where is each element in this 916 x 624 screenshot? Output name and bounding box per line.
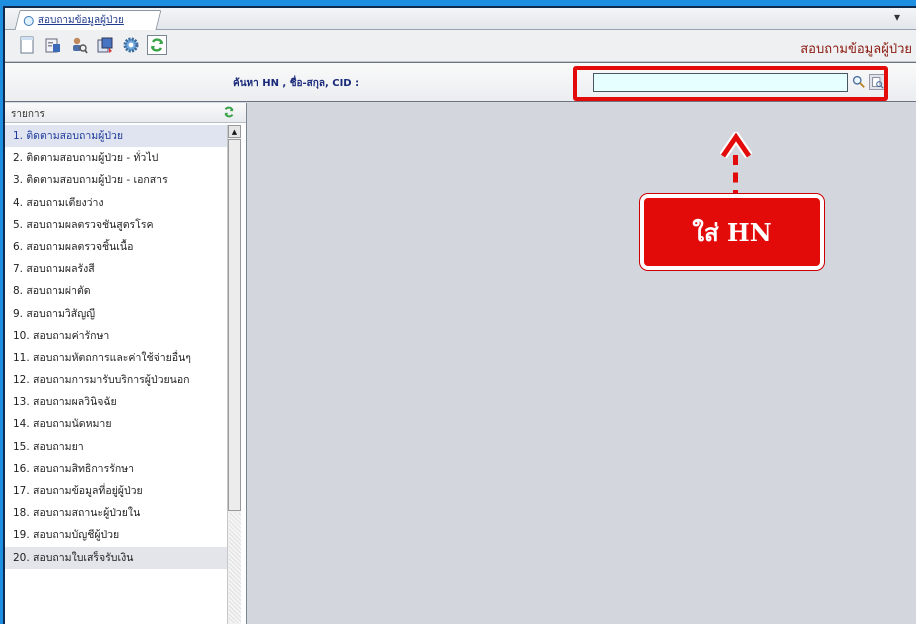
menu-item[interactable]: 15. สอบถามยา: [5, 436, 227, 458]
menu-list: 1. ติดตามสอบถามผู้ป่วย 2. ติดตามสอบถามผู…: [5, 125, 227, 569]
instruction-callout: ใส่ HN: [640, 194, 824, 270]
main-content-area: [248, 103, 916, 624]
scroll-track[interactable]: [229, 513, 241, 623]
app-title: สอบถามข้อมูลผู้ป่วย: [800, 42, 912, 57]
toolbar: สอบถามข้อมูลผู้ป่วย: [5, 30, 916, 62]
menu-item[interactable]: 9. สอบถามวิสัญญี: [5, 303, 227, 325]
tab-label: สอบถามข้อมูลผู้ป่วย: [37, 15, 124, 26]
search-bar: ค้นหา HN , ชื่อ-สกุล, CID :: [5, 62, 916, 102]
scroll-thumb[interactable]: [228, 139, 241, 511]
menu-item[interactable]: 2. ติดตามสอบถามผู้ป่วย - ทั่วไป: [5, 147, 227, 169]
tab-menu-dropdown-icon[interactable]: ▾: [894, 10, 900, 24]
user-search-icon[interactable]: [69, 35, 89, 55]
new-document-icon[interactable]: [17, 35, 37, 55]
search-input[interactable]: [593, 73, 848, 92]
menu-item[interactable]: 5. สอบถามผลตรวจชันสูตรโรค: [5, 214, 227, 236]
menu-scrollbar[interactable]: ▲: [227, 125, 241, 624]
menu-item[interactable]: 17. สอบถามข้อมูลที่อยู่ผู้ป่วย: [5, 480, 227, 502]
app-window: สอบถามข้อมูลผู้ป่วย ▾ สอบถามข้อมูลผู้ป่ว…: [3, 6, 916, 624]
menu-item[interactable]: 10. สอบถามค่ารักษา: [5, 325, 227, 347]
menu-item[interactable]: 6. สอบถามผลตรวจชิ้นเนื้อ: [5, 236, 227, 258]
advanced-search-icon[interactable]: [869, 74, 885, 90]
export-icon[interactable]: [95, 35, 115, 55]
menu-item[interactable]: 19. สอบถามบัญชีผู้ป่วย: [5, 524, 227, 546]
tab-strip: สอบถามข้อมูลผู้ป่วย ▾: [5, 8, 916, 30]
menu-panel-header: รายการ: [5, 103, 246, 123]
menu-panel-title: รายการ: [11, 109, 45, 120]
menu-item[interactable]: 7. สอบถามผลรังสี: [5, 258, 227, 280]
menu-item[interactable]: 14. สอบถามนัดหมาย: [5, 413, 227, 435]
tab-patient-inquiry[interactable]: สอบถามข้อมูลผู้ป่วย: [14, 10, 162, 30]
report-icon[interactable]: [43, 35, 63, 55]
menu-item[interactable]: 16. สอบถามสิทธิการรักษา: [5, 458, 227, 480]
menu-item[interactable]: 20. สอบถามใบเสร็จรับเงิน: [5, 546, 227, 569]
settings-gear-icon[interactable]: [121, 35, 141, 55]
scroll-up-arrow-icon[interactable]: ▲: [228, 125, 241, 138]
menu-item[interactable]: 3. ติดตามสอบถามผู้ป่วย - เอกสาร: [5, 169, 227, 191]
chat-bubble-icon: [23, 15, 34, 26]
refresh-icon[interactable]: [222, 105, 236, 122]
refresh-icon[interactable]: [147, 35, 167, 55]
menu-panel: รายการ 1. ติดตามสอบถามผู้ป่วย 2. ติดตามส…: [5, 103, 247, 624]
menu-item[interactable]: 18. สอบถามสถานะผู้ป่วยใน: [5, 502, 227, 524]
search-label: ค้นหา HN , ชื่อ-สกุล, CID :: [233, 78, 360, 89]
menu-item[interactable]: 11. สอบถามหัตถการและค่าใช้จ่ายอื่นๆ: [5, 347, 227, 369]
callout-text: ใส่ HN: [692, 217, 772, 247]
menu-item[interactable]: 4. สอบถามเตียงว่าง: [5, 192, 227, 214]
menu-item[interactable]: 12. สอบถามการมารับบริการผู้ป่วยนอก: [5, 369, 227, 391]
menu-item[interactable]: 8. สอบถามผ่าตัด: [5, 280, 227, 302]
search-icon[interactable]: [851, 74, 867, 90]
menu-item[interactable]: 1. ติดตามสอบถามผู้ป่วย: [5, 125, 227, 148]
menu-item[interactable]: 13. สอบถามผลวินิจฉัย: [5, 391, 227, 413]
